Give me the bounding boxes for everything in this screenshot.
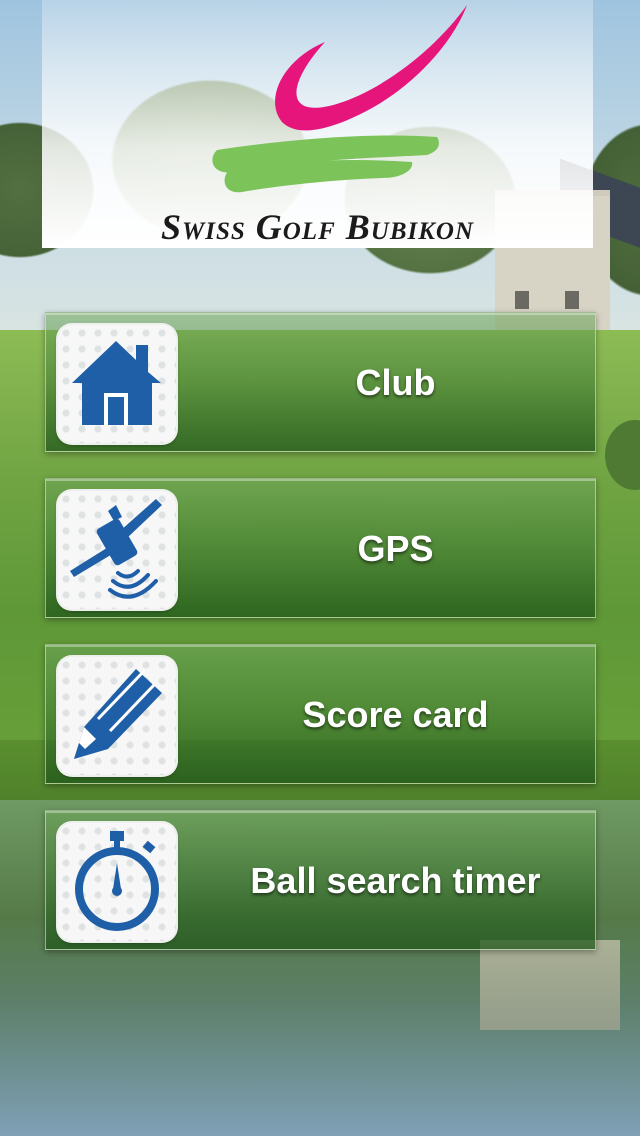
menu-label: Club — [355, 362, 436, 403]
menu-item-score-card[interactable]: Score card — [45, 644, 596, 784]
pencil-icon — [74, 669, 162, 759]
menu-label: Ball search timer — [250, 860, 541, 901]
menu-label: Score card — [302, 694, 489, 735]
timer-icon-tile — [58, 823, 176, 941]
stopwatch-icon — [75, 831, 159, 931]
score-card-icon-tile — [58, 657, 176, 775]
menu-item-ball-search-timer[interactable]: Ball search timer — [45, 810, 596, 950]
gps-icon-tile — [58, 491, 176, 609]
menu-label: GPS — [357, 528, 434, 569]
club-logo: Swiss Golf Bubikon — [42, 0, 593, 248]
club-icon-tile — [58, 325, 176, 443]
menu-item-club[interactable]: Club — [45, 312, 596, 452]
menu-item-gps[interactable]: GPS — [45, 478, 596, 618]
logo-text: Swiss Golf Bubikon — [160, 207, 475, 247]
satellite-icon — [70, 499, 162, 599]
house-icon — [72, 341, 161, 425]
